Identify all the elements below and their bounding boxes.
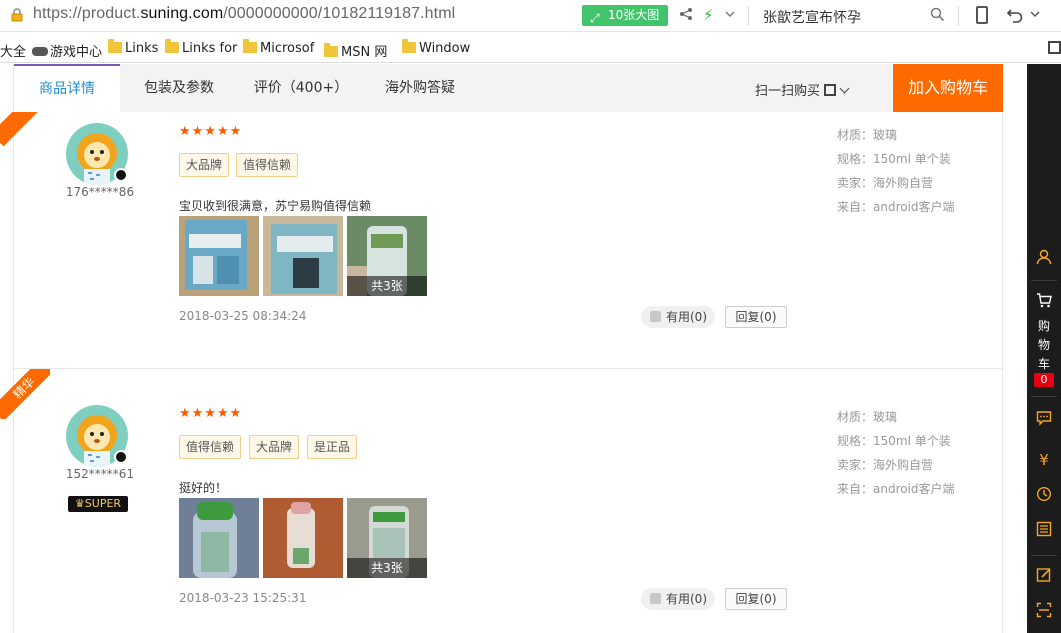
review-photo[interactable] <box>263 498 343 578</box>
phone-icon[interactable] <box>976 6 988 24</box>
meta-seller: 卖家：海外购自营 <box>837 458 934 472</box>
cart-label-1[interactable]: 购 <box>1027 317 1061 336</box>
user-badge-icon <box>114 168 128 182</box>
bookmark-links-for[interactable]: Links for <box>165 39 237 56</box>
review-photo[interactable]: 共3张 <box>347 216 427 296</box>
product-meta: 材质：玻璃 规格：150ml 单个装 卖家：海外购自营 来自：android客户… <box>837 405 955 501</box>
review-photo[interactable] <box>179 498 259 578</box>
apps-grid-icon[interactable] <box>1048 41 1061 54</box>
cart-icon[interactable] <box>1036 292 1052 308</box>
useful-button[interactable]: 有用(0) <box>641 588 715 610</box>
chevron-down-icon <box>839 83 850 94</box>
folder-icon <box>165 39 179 53</box>
chevron-down-icon[interactable] <box>1030 9 1040 19</box>
photo-count: 共3张 <box>347 558 427 578</box>
review-tag: 大品牌 <box>249 435 300 459</box>
review-photo[interactable]: 共3张 <box>347 498 427 578</box>
folder-icon <box>108 39 122 53</box>
product-page: 商品详情 包装及参数 评价（400+） 海外购答疑 扫一扫购买 加入购物车 17… <box>0 64 1027 633</box>
thumbs-up-icon <box>650 311 661 322</box>
reply-button[interactable]: 回复(0) <box>725 306 787 328</box>
meta-material: 材质：玻璃 <box>837 128 898 142</box>
coupon-icon[interactable] <box>1036 521 1052 537</box>
gamepad-icon <box>32 47 48 56</box>
review-photo[interactable] <box>263 216 343 296</box>
user-icon[interactable] <box>1036 249 1052 265</box>
search-input[interactable]: 张歆艺宣布怀孕 <box>763 7 861 27</box>
scan-to-buy[interactable]: 扫一扫购买 <box>755 80 850 99</box>
url-field[interactable]: https://product.suning.com/0000000000/10… <box>33 5 455 23</box>
expand-icon: ⤢ <box>590 11 600 25</box>
review-text: 宝贝收到很满意，苏宁易购值得信赖 <box>179 199 372 213</box>
tab-overseas-faq[interactable]: 海外购答疑 <box>364 64 476 112</box>
add-to-cart-button[interactable]: 加入购物车 <box>893 64 1003 112</box>
feedback-edit-icon[interactable] <box>1036 567 1052 583</box>
review-date: 2018-03-23 15:25:31 <box>179 591 307 605</box>
bookmark-daquan[interactable]: 大全 <box>0 41 26 60</box>
user-badge-icon <box>114 450 128 464</box>
message-icon[interactable] <box>1036 410 1052 426</box>
bookmark-microsoft[interactable]: Microsof <box>243 39 314 56</box>
tab-product-details[interactable]: 商品详情 <box>14 64 120 112</box>
reviewer-name: 152*****61 <box>65 467 135 481</box>
review-tag: 大品牌 <box>179 153 230 177</box>
folder-icon <box>324 43 338 57</box>
cart-label-2[interactable]: 物 <box>1027 336 1061 355</box>
history-icon[interactable] <box>1036 486 1052 502</box>
cart-label-3[interactable]: 车 <box>1027 355 1061 374</box>
meta-seller: 卖家：海外购自营 <box>837 176 934 190</box>
yen-icon[interactable]: ¥ <box>1036 452 1052 468</box>
folder-icon <box>402 39 416 53</box>
bookmark-games[interactable]: 游戏中心 <box>32 41 102 60</box>
featured-ribbon <box>0 112 50 162</box>
share-icon[interactable] <box>679 7 693 21</box>
bookmark-links[interactable]: Links <box>108 39 158 56</box>
bookmarks-bar: 大全 游戏中心 Links Links for Microsof MSN 网 W… <box>0 33 1061 63</box>
tab-packaging-params[interactable]: 包装及参数 <box>120 64 238 112</box>
tab-reviews[interactable]: 评价（400+） <box>238 64 364 112</box>
product-meta: 材质：玻璃 规格：150ml 单个装 卖家：海外购自营 来自：android客户… <box>837 123 955 219</box>
review-photo[interactable] <box>179 216 259 296</box>
undo-icon[interactable] <box>1006 6 1024 24</box>
meta-spec: 规格：150ml 单个装 <box>837 434 951 448</box>
address-bar: https://product.suning.com/0000000000/10… <box>0 0 1061 32</box>
review-item: 176*****86 ★★★★★ 大品牌 值得信赖 宝贝收到很满意，苏宁易购值得… <box>0 112 1002 368</box>
qr-code-icon <box>824 84 837 96</box>
review-text: 挺好的！ <box>179 481 228 495</box>
meta-spec: 规格：150ml 单个装 <box>837 152 951 166</box>
star-rating: ★★★★★ <box>179 406 243 421</box>
photo-count: 共3张 <box>347 276 427 296</box>
reviewer-name: 176*****86 <box>65 185 135 199</box>
meta-source: 来自：android客户端 <box>837 482 955 496</box>
bookmark-windows[interactable]: Window <box>402 39 470 56</box>
meta-source: 来自：android客户端 <box>837 200 955 214</box>
review-tag: 值得信赖 <box>236 153 299 177</box>
star-rating: ★★★★★ <box>179 124 243 139</box>
review-tag: 值得信赖 <box>179 435 242 459</box>
meta-material: 材质：玻璃 <box>837 410 898 424</box>
cart-count-badge: 0 <box>1034 373 1054 387</box>
product-tab-bar: 商品详情 包装及参数 评价（400+） 海外购答疑 扫一扫购买 <box>14 64 1002 112</box>
right-sidebar: 购 物 车 0 ¥ <box>1027 64 1061 633</box>
thumbs-up-icon <box>650 593 661 604</box>
review-tag: 是正品 <box>307 435 358 459</box>
search-icon[interactable] <box>930 7 945 22</box>
chevron-down-icon[interactable] <box>724 8 736 20</box>
super-member-badge: ♛SUPER <box>68 496 128 512</box>
review-item: 精华 152*****61 ♛SUPER ★★★★★ 值得信赖 大品牌 是正品 … <box>0 369 1002 625</box>
featured-ribbon: 精华 <box>0 369 50 419</box>
scan-icon[interactable] <box>1036 602 1052 618</box>
big-image-button[interactable]: ⤢ 10张大图 <box>582 5 668 26</box>
review-date: 2018-03-25 08:34:24 <box>179 309 307 323</box>
bolt-icon[interactable]: ⚡ <box>703 6 714 24</box>
bookmark-msn[interactable]: MSN 网 <box>324 41 387 60</box>
reply-button[interactable]: 回复(0) <box>725 588 787 610</box>
folder-icon <box>243 39 257 53</box>
useful-button[interactable]: 有用(0) <box>641 306 715 328</box>
lock-icon <box>11 8 23 22</box>
